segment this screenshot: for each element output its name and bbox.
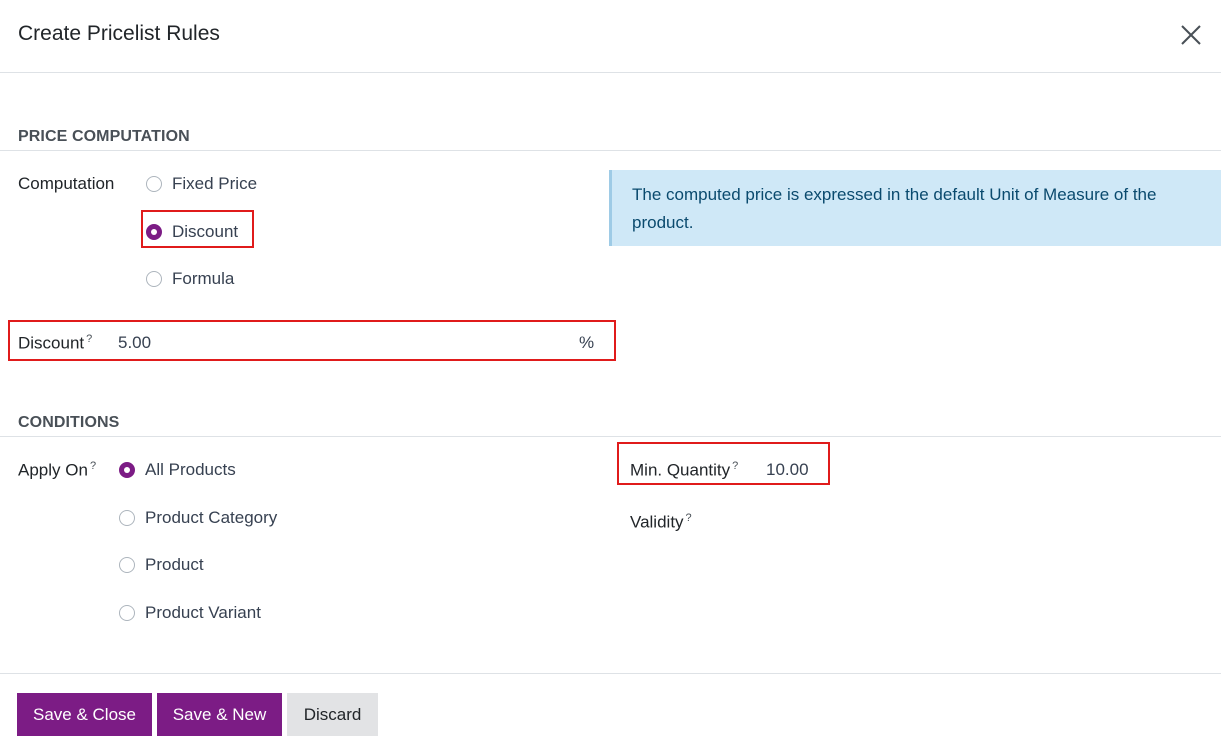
validity-label-text: Validity	[630, 512, 684, 532]
info-alert-text: The computed price is expressed in the d…	[632, 185, 1157, 232]
apply-on-label: Apply On?	[18, 460, 96, 481]
radio-label: Product Category	[145, 508, 278, 527]
radio-button[interactable]	[119, 557, 135, 573]
radio-label: Product	[145, 555, 204, 574]
radio-button-checked[interactable]	[119, 462, 135, 478]
radio-all-products[interactable]: All Products	[119, 460, 236, 480]
save-new-button[interactable]: Save & New	[157, 693, 282, 736]
highlight-box-discount-field	[8, 320, 616, 361]
validity-label: Validity?	[630, 512, 692, 533]
radio-button[interactable]	[146, 271, 162, 287]
apply-on-label-text: Apply On	[18, 460, 88, 480]
section-title-conditions: CONDITIONS	[18, 414, 120, 431]
dialog-header: Create Pricelist Rules	[0, 0, 1221, 73]
close-icon	[1181, 25, 1201, 45]
computation-label: Computation	[18, 174, 115, 193]
radio-product-category[interactable]: Product Category	[119, 508, 277, 528]
radio-product[interactable]: Product	[119, 555, 204, 575]
info-alert: The computed price is expressed in the d…	[609, 170, 1221, 246]
footer-divider	[0, 673, 1221, 674]
save-close-button[interactable]: Save & Close	[17, 693, 152, 736]
close-button[interactable]	[1178, 22, 1204, 48]
radio-button[interactable]	[146, 176, 162, 192]
radio-fixed-price[interactable]: Fixed Price	[146, 174, 257, 194]
radio-label: Product Variant	[145, 603, 261, 622]
radio-button[interactable]	[119, 510, 135, 526]
radio-product-variant[interactable]: Product Variant	[119, 603, 261, 623]
highlight-box-min-quantity	[617, 442, 830, 485]
radio-button[interactable]	[119, 605, 135, 621]
section-divider	[0, 436, 1221, 437]
section-title-price-computation: PRICE COMPUTATION	[18, 128, 190, 145]
radio-label: Formula	[172, 269, 235, 288]
radio-formula[interactable]: Formula	[146, 269, 234, 289]
help-tooltip-icon[interactable]: ?	[90, 460, 96, 472]
section-divider	[0, 150, 1221, 151]
radio-label: Fixed Price	[172, 174, 258, 193]
radio-label: All Products	[145, 460, 236, 479]
highlight-box-discount-option	[141, 210, 254, 248]
discard-button[interactable]: Discard	[287, 693, 378, 736]
dialog-title: Create Pricelist Rules	[18, 22, 220, 45]
help-tooltip-icon[interactable]: ?	[686, 512, 692, 524]
